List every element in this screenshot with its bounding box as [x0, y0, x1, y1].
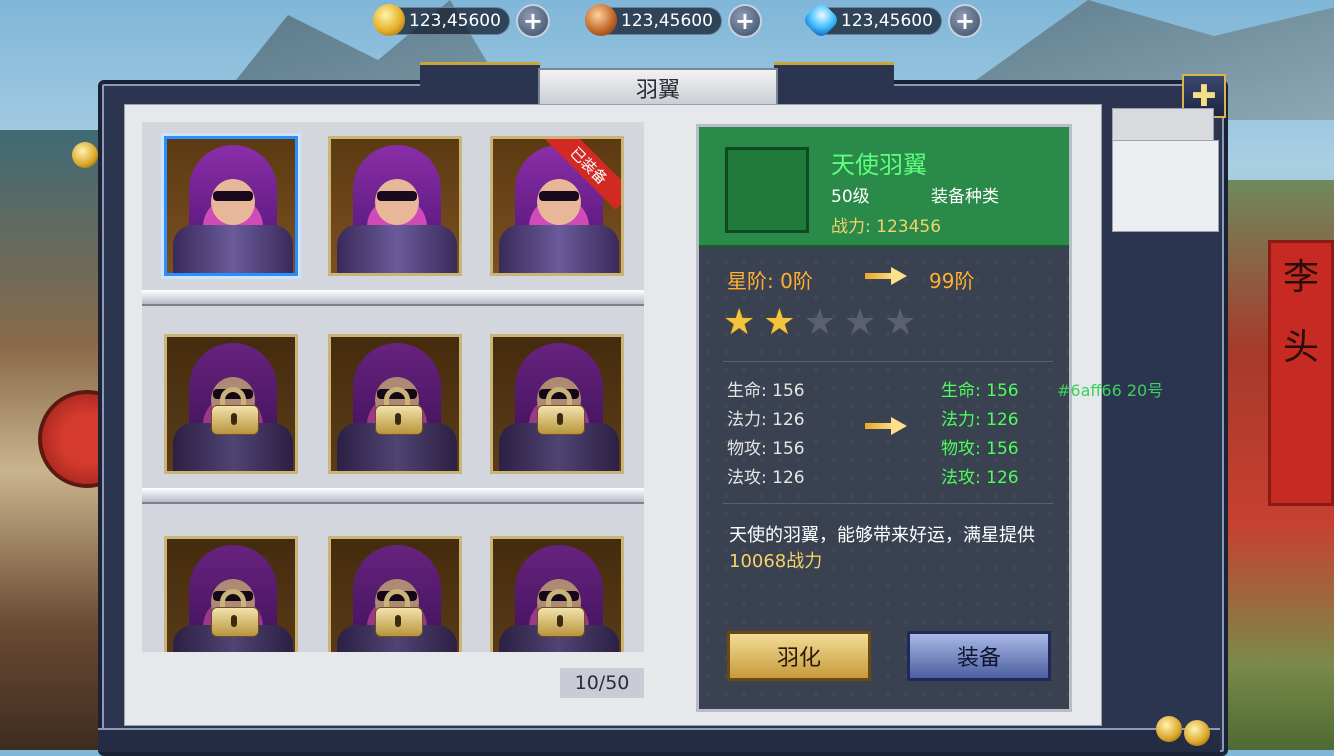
divider [723, 361, 1053, 362]
lock-icon [375, 589, 423, 637]
wing-slot-3[interactable]: 已装备 [490, 136, 624, 276]
arrow-right-icon [865, 267, 907, 285]
side-tab-panel [1112, 140, 1219, 232]
currency-value: 123,45600 [621, 11, 713, 31]
debug-note: #6aff66 20号 [1057, 381, 1164, 400]
star-filled-icon: ★ [763, 302, 796, 343]
wing-slot-1[interactable] [164, 136, 298, 276]
shelf [142, 488, 644, 504]
page-counter: 10/50 [560, 668, 644, 698]
lock-icon [211, 589, 259, 637]
add-diamond-button[interactable]: + [947, 4, 982, 38]
wing-detail-panel: 天使羽翼 50级 装备种类 战力: 123456 星阶: 0阶 99阶 ★ ★ ★ ★… [696, 124, 1163, 712]
wing-grid: 已装备 [142, 122, 644, 652]
star-empty-icon: ★ [884, 302, 917, 343]
side-tab[interactable] [1112, 108, 1214, 142]
wing-slot-7[interactable] [164, 536, 298, 652]
wing-slot-5[interactable] [328, 334, 462, 474]
stat-hp-next: 生命: 156 [941, 381, 1019, 401]
wing-item-icon [725, 147, 809, 233]
star-rating: ★ ★ ★ ★ ★ [723, 303, 916, 343]
wing-portrait [167, 139, 295, 273]
star-level-label: 星阶: 0阶 [727, 269, 813, 293]
wing-power: 战力: 123456 [831, 217, 942, 237]
wing-portrait [493, 139, 621, 273]
add-gold-button[interactable]: + [515, 4, 550, 38]
stats-next: 生命: 156 法力: 126 物攻: 156 法攻: 126 [941, 377, 1019, 493]
star-filled-icon: ★ [723, 302, 756, 343]
wing-slot-2[interactable] [328, 136, 462, 276]
stat-matk: 法攻: 126 [727, 468, 805, 488]
wing-portrait [331, 139, 459, 273]
star-empty-icon: ★ [843, 302, 877, 343]
stat-mp-next: 法力: 126 [941, 410, 1019, 430]
stats-current: 生命: 156 法力: 126 物攻: 156 法攻: 126 [727, 377, 805, 493]
currency-gold: 123,45600 + [373, 4, 550, 38]
stat-matk-next: 法攻: 126 [941, 468, 1019, 488]
currency-bronze: 123,45600 + [585, 4, 762, 38]
frame-bottom [98, 728, 1220, 752]
wing-level: 50级 [831, 187, 870, 207]
wing-slot-6[interactable] [490, 334, 624, 474]
bell-icon [1184, 720, 1210, 746]
currency-diamond: 123,45600 + [801, 0, 982, 40]
lock-icon [375, 387, 423, 435]
wing-type: 装备种类 [931, 187, 999, 207]
wing-name: 天使羽翼 [831, 151, 927, 179]
title-ornament [420, 62, 540, 95]
wing-slot-9[interactable] [490, 536, 624, 652]
add-bronze-button[interactable]: + [727, 4, 762, 38]
star-empty-icon: ★ [803, 302, 836, 343]
wing-description: 天使的羽翼，能够带来好运，满星提供 10068战力 [729, 525, 1035, 572]
desc-highlight: 10068战力 [729, 551, 823, 572]
wing-slot-4[interactable] [164, 334, 298, 474]
stat-patk: 物攻: 156 [727, 439, 805, 459]
bell-icon [72, 142, 98, 168]
bronze-coin-icon [585, 4, 617, 36]
currency-value: 123,45600 [841, 11, 933, 31]
detail-header: 天使羽翼 50级 装备种类 战力: 123456 [699, 127, 1069, 247]
equip-button[interactable]: 装备 [907, 631, 1051, 681]
diamond-icon [801, 0, 841, 40]
shelf [142, 290, 644, 306]
divider [723, 503, 1053, 504]
lock-icon [211, 387, 259, 435]
stat-mp: 法力: 126 [727, 410, 805, 430]
currency-value: 123,45600 [409, 11, 501, 31]
upgrade-button[interactable]: 羽化 [727, 631, 871, 681]
stat-hp: 生命: 156 [727, 381, 805, 401]
bell-icon [1156, 716, 1182, 742]
gold-coin-icon [373, 4, 405, 36]
lock-icon [537, 589, 585, 637]
lock-icon [537, 387, 585, 435]
arrow-right-icon [865, 417, 907, 435]
title-ornament [774, 62, 894, 95]
window-title: 羽翼 [538, 68, 778, 108]
stat-patk-next: 物攻: 156 [941, 439, 1019, 459]
star-level-max: 99阶 [929, 269, 975, 293]
background-banner: 李头 [1268, 240, 1334, 506]
wing-slot-8[interactable] [328, 536, 462, 652]
